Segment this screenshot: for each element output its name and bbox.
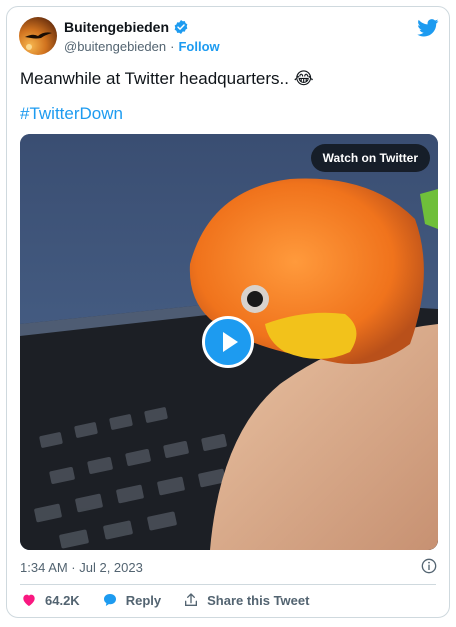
twitter-bird-icon[interactable] (417, 19, 439, 37)
share-label: Share this Tweet (207, 592, 310, 608)
handle-separator: · (170, 39, 175, 54)
like-count: 64.2K (45, 592, 80, 608)
like-button[interactable]: 64.2K (21, 592, 80, 608)
play-button[interactable] (202, 316, 254, 368)
play-icon (223, 332, 238, 352)
author-name[interactable]: Buitengebieden (64, 19, 169, 35)
reply-label: Reply (125, 592, 162, 608)
info-icon[interactable] (421, 558, 437, 574)
tweet-card: Buitengebieden @buitengebieden · Follow … (6, 6, 450, 618)
watch-on-twitter-button[interactable]: Watch on Twitter (310, 144, 430, 172)
follow-link[interactable]: Follow (178, 39, 219, 54)
share-button[interactable]: Share this Tweet (183, 592, 309, 608)
author-handle[interactable]: @buitengebieden (64, 39, 166, 54)
verified-badge-icon (174, 20, 188, 34)
tweet-text: Meanwhile at Twitter headquarters.. 😂 (20, 69, 314, 88)
tweet-actions: 64.2K Reply Share this Tweet (21, 592, 331, 608)
tweet-timestamp[interactable]: 1:34 AM · Jul 2, 2023 (20, 560, 143, 575)
reply-bubble-icon (103, 594, 116, 606)
divider (20, 584, 436, 585)
hashtag-link[interactable]: #TwitterDown (20, 104, 123, 124)
video-player[interactable]: Watch on Twitter (20, 134, 438, 550)
reply-button[interactable]: Reply (102, 592, 161, 608)
share-icon (185, 593, 198, 606)
heart-icon (23, 594, 35, 606)
avatar[interactable] (19, 17, 57, 55)
